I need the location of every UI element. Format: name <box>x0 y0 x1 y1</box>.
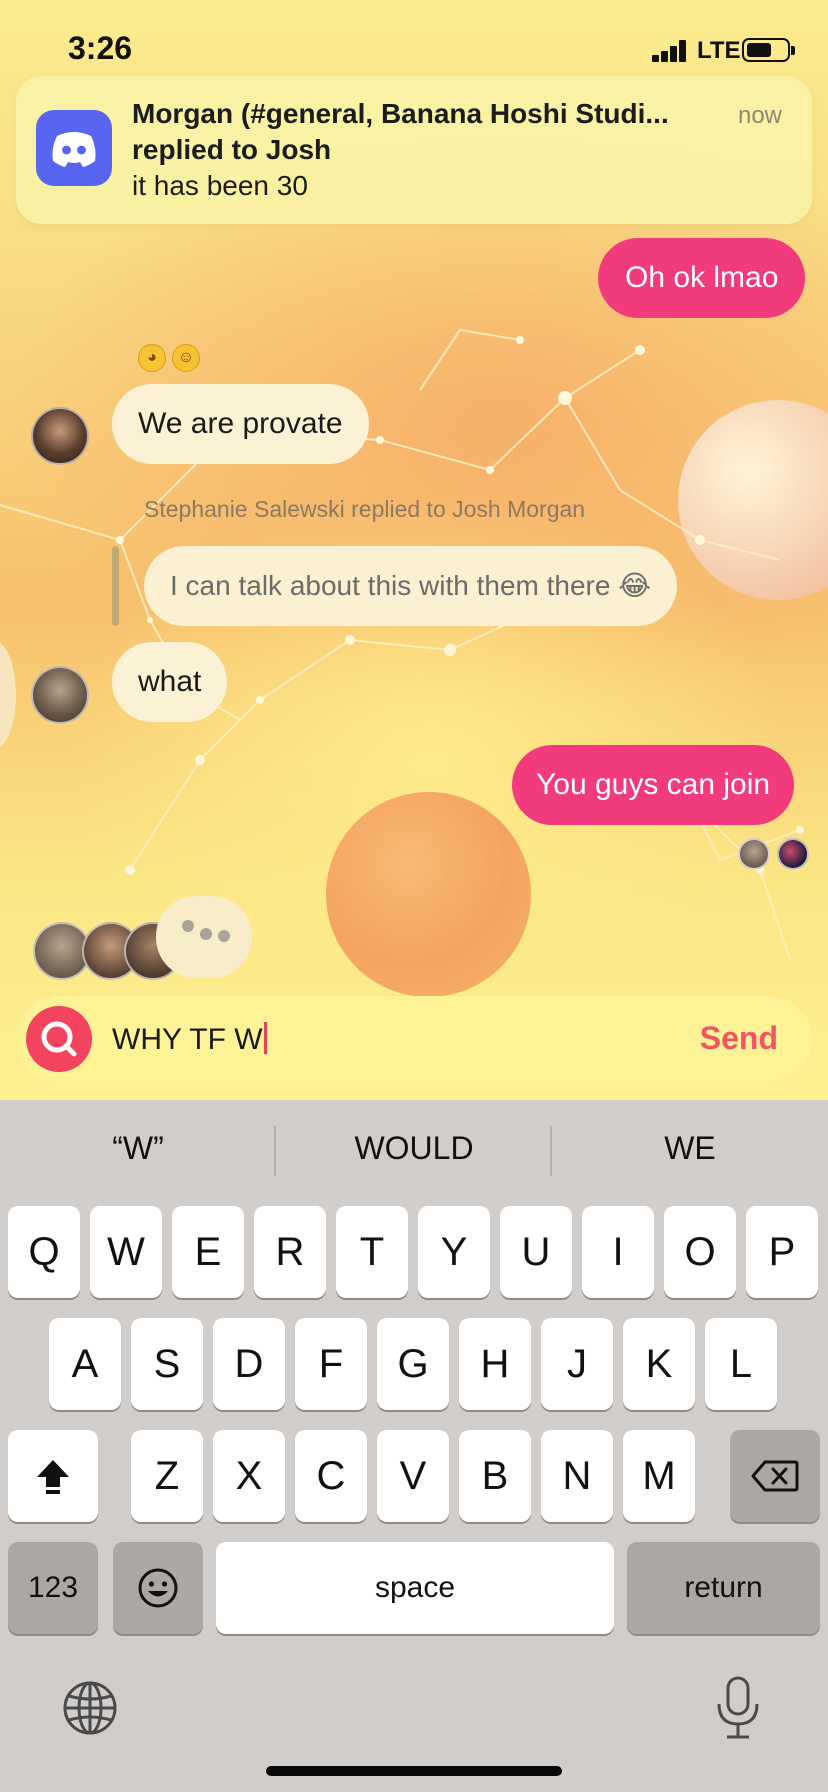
message-bubble-sent[interactable]: You guys can join <box>512 745 795 825</box>
status-time: 3:26 <box>68 30 133 66</box>
key-u[interactable]: U <box>500 1206 572 1298</box>
key-j[interactable]: J <box>541 1318 613 1410</box>
notification-time: now <box>737 102 782 129</box>
key-s[interactable]: S <box>131 1318 203 1410</box>
key-d[interactable]: D <box>213 1318 285 1410</box>
key-a[interactable]: A <box>49 1318 121 1410</box>
message-bubble-received-reply[interactable]: I can talk about this with them there 😂 <box>144 546 677 626</box>
notification-body: it has been 30 <box>132 170 308 201</box>
message-bubble-received[interactable]: what <box>112 642 228 722</box>
key-b[interactable]: B <box>459 1430 531 1522</box>
delete-key[interactable] <box>730 1430 820 1522</box>
key-i[interactable]: I <box>582 1206 654 1298</box>
reply-context-label: Stephanie Salewski replied to Josh Morga… <box>144 496 586 522</box>
key-z[interactable]: Z <box>131 1430 203 1522</box>
suggestion-item[interactable]: “W” <box>0 1130 276 1167</box>
globe-icon[interactable] <box>62 1680 118 1736</box>
suggestion-item[interactable]: WOULD <box>276 1130 552 1167</box>
key-f[interactable]: F <box>295 1318 367 1410</box>
notification-subtitle: replied to Josh <box>132 134 332 165</box>
upside-down-face-emoji[interactable]: ◕ <box>138 344 166 372</box>
key-c[interactable]: C <box>295 1430 367 1522</box>
read-receipt-avatar <box>738 838 770 870</box>
key-x[interactable]: X <box>213 1430 285 1522</box>
key-w[interactable]: W <box>90 1206 162 1298</box>
text-caret <box>263 1022 267 1054</box>
slightly-smiling-face-emoji[interactable]: ☺ <box>172 344 200 372</box>
network-type: LTE <box>697 37 741 64</box>
signal-icon <box>652 40 688 62</box>
key-e[interactable]: E <box>172 1206 244 1298</box>
avatar[interactable] <box>31 407 89 465</box>
key-q[interactable]: Q <box>8 1206 80 1298</box>
notification-title: Morgan (#general, Banana Hoshi Studi... <box>132 98 669 129</box>
read-receipt-avatar <box>777 838 809 870</box>
key-h[interactable]: H <box>459 1318 531 1410</box>
suggestion-bar: “W” WOULD WE <box>0 1100 828 1198</box>
key-m[interactable]: M <box>623 1430 695 1522</box>
backspace-icon <box>751 1460 799 1492</box>
shift-key[interactable] <box>8 1430 98 1522</box>
key-p[interactable]: P <box>746 1206 818 1298</box>
home-indicator[interactable] <box>266 1766 562 1776</box>
key-o[interactable]: O <box>664 1206 736 1298</box>
numbers-key[interactable]: 123 <box>8 1542 98 1634</box>
message-input[interactable]: WHY TF W <box>112 1022 267 1057</box>
key-t[interactable]: T <box>336 1206 408 1298</box>
typing-indicator <box>156 896 252 978</box>
discord-icon <box>36 110 112 186</box>
shift-arrow-icon <box>37 1460 69 1494</box>
key-v[interactable]: V <box>377 1430 449 1522</box>
notification-banner[interactable]: Morgan (#general, Banana Hoshi Studi... … <box>16 76 812 224</box>
key-l[interactable]: L <box>705 1318 777 1410</box>
message-composer: WHY TF W Send <box>16 996 812 1082</box>
key-y[interactable]: Y <box>418 1206 490 1298</box>
search-icon[interactable] <box>26 1006 92 1072</box>
key-n[interactable]: N <box>541 1430 613 1522</box>
key-g[interactable]: G <box>377 1318 449 1410</box>
keyboard: “W” WOULD WE Q W E R T Y U I O P A S D F… <box>0 1100 828 1792</box>
key-k[interactable]: K <box>623 1318 695 1410</box>
return-key[interactable]: return <box>627 1542 820 1634</box>
reply-indicator-bar <box>112 546 119 626</box>
suggestion-item[interactable]: WE <box>552 1130 828 1167</box>
battery-icon <box>742 38 795 62</box>
send-button[interactable]: Send <box>700 1020 778 1057</box>
message-bubble-sent[interactable]: Oh ok lmao <box>598 238 806 318</box>
key-r[interactable]: R <box>254 1206 326 1298</box>
message-bubble-received[interactable]: We are provate <box>112 384 369 464</box>
space-key[interactable]: space <box>216 1542 614 1634</box>
microphone-icon[interactable] <box>714 1676 762 1740</box>
emoji-key[interactable] <box>113 1542 203 1634</box>
status-bar: 3:26 LTE <box>0 0 828 70</box>
emoji-icon <box>138 1568 178 1608</box>
avatar[interactable] <box>31 666 89 724</box>
